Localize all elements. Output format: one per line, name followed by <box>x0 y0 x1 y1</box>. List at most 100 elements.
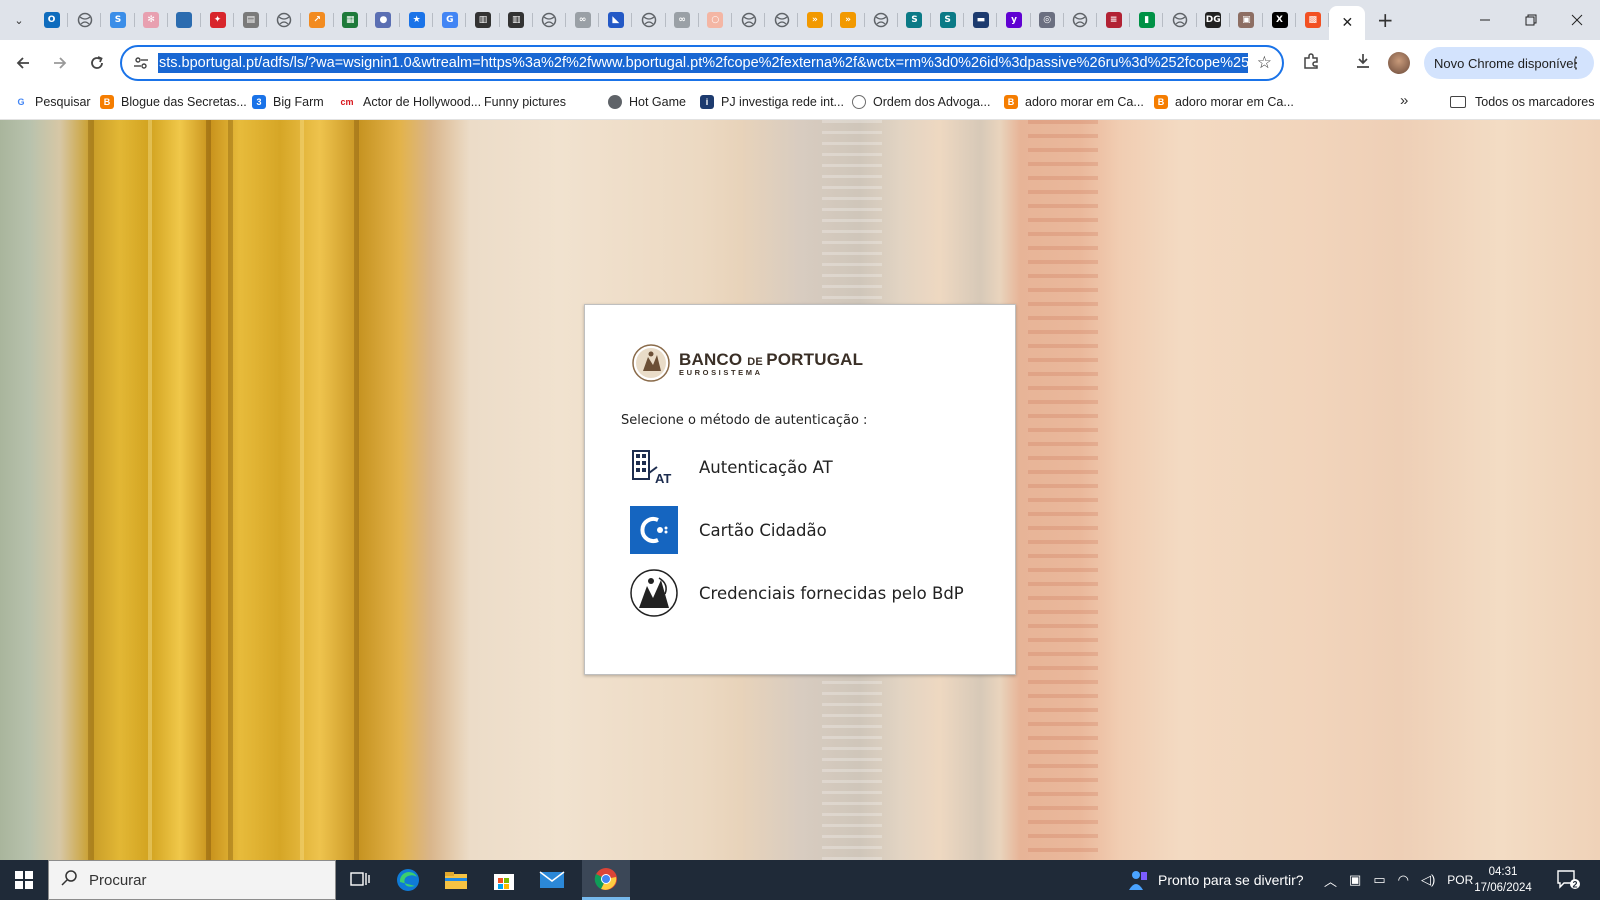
start-button[interactable] <box>0 860 48 900</box>
site-info-icon[interactable] <box>126 55 156 71</box>
browser-tab[interactable]: ▮ <box>1130 0 1164 40</box>
gallery-icon: ▣ <box>1238 12 1255 28</box>
auth-option-bdp-credentials[interactable]: Credenciais fornecidas pelo BdP <box>629 567 969 619</box>
browser-tab[interactable]: ✦ <box>201 0 235 40</box>
bookmark-item[interactable]: Badoro morar em Ca... <box>1154 95 1294 109</box>
taskbar-clock[interactable]: 04:31 17/06/2024 <box>1470 864 1536 896</box>
x-icon: X <box>1271 12 1288 28</box>
extensions-icon[interactable] <box>1296 46 1326 76</box>
taskbar-store[interactable] <box>480 860 528 900</box>
bookmark-item[interactable]: i PJ investiga rede int... <box>700 95 844 109</box>
weather-widget[interactable]: Pronto para se divertir? <box>1126 860 1304 900</box>
browser-tab[interactable] <box>865 0 899 40</box>
wifi-icon[interactable]: ◠ <box>1398 872 1409 888</box>
browser-tab[interactable] <box>765 0 799 40</box>
globe-icon <box>276 12 292 28</box>
browser-tab[interactable] <box>1064 0 1098 40</box>
browser-tab[interactable]: ★ <box>400 0 434 40</box>
chevron-up-icon[interactable]: ︿ <box>1324 871 1337 890</box>
taskbar-file-explorer[interactable] <box>432 860 480 900</box>
auth-option-citizen-card[interactable]: Cartão Cidadão <box>629 504 969 556</box>
forward-button[interactable] <box>43 46 77 80</box>
wall-texture <box>1028 120 1098 860</box>
meet-icon[interactable]: ▣ <box>1349 872 1361 888</box>
browser-tab[interactable]: ▤ <box>234 0 268 40</box>
auth-option-at[interactable]: AT Autenticação AT <box>629 441 969 493</box>
taskbar-search-input[interactable]: Procurar <box>48 860 336 900</box>
search-icon <box>61 870 77 890</box>
downloads-icon[interactable] <box>1348 46 1378 76</box>
browser-tab[interactable]: ◎ <box>1031 0 1065 40</box>
browser-tab[interactable]: O <box>35 0 69 40</box>
bookmark-star-icon[interactable]: ☆ <box>1257 53 1272 73</box>
close-window-button[interactable] <box>1554 0 1600 40</box>
browser-tab[interactable]: » <box>798 0 832 40</box>
url-text[interactable]: sts.bportugal.pt/adfs/ls/?wa=wsignin1.0&… <box>158 53 1248 73</box>
notification-center-button[interactable]: 2 <box>1556 868 1580 890</box>
browser-tab[interactable]: ▥ <box>500 0 534 40</box>
minimize-button[interactable] <box>1462 0 1508 40</box>
browser-tab[interactable]: ○ <box>699 0 733 40</box>
battery-icon[interactable]: ▭ <box>1373 872 1385 888</box>
volume-icon[interactable]: ◁) <box>1421 872 1435 888</box>
chevron-down-icon: ⌄ <box>14 13 24 27</box>
notification-icon: 2 <box>1557 870 1580 890</box>
browser-tab[interactable]: ∞ <box>566 0 600 40</box>
seal-icon <box>852 95 866 109</box>
bookmark-item[interactable]: G Pesquisar <box>14 95 90 109</box>
bookmark-item[interactable]: 3 Big Farm <box>252 95 324 109</box>
taskbar-edge[interactable] <box>384 860 432 900</box>
browser-tab[interactable]: ≡ <box>1097 0 1131 40</box>
browser-tab[interactable]: ↗ <box>301 0 334 40</box>
all-bookmarks-button[interactable]: Todos os marcadores <box>1450 95 1595 109</box>
browser-tab[interactable]: ∞ <box>666 0 699 40</box>
bookmark-item[interactable]: Badoro morar em Ca... <box>1004 95 1144 109</box>
back-button[interactable] <box>6 46 40 80</box>
taskbar-chrome[interactable] <box>582 860 630 900</box>
browser-tab[interactable]: ▣ <box>1230 0 1264 40</box>
bookmark-item[interactable]: Funny pictures <box>484 95 566 109</box>
bookmark-item[interactable]: cm Actor de Hollywood... <box>338 95 481 109</box>
browser-tab[interactable]: ▩ <box>1296 0 1330 40</box>
browser-tab[interactable]: y <box>997 0 1031 40</box>
browser-tab[interactable]: ▦ <box>334 0 368 40</box>
task-view-button[interactable] <box>336 860 384 900</box>
new-tab-button[interactable]: + <box>1369 4 1401 36</box>
browser-tab[interactable] <box>68 0 102 40</box>
browser-tab[interactable]: S <box>898 0 932 40</box>
arrow-left-icon <box>16 57 29 69</box>
browser-tab[interactable]: DG <box>1197 0 1230 40</box>
taskbar-mail[interactable] <box>528 860 576 900</box>
bookmark-item[interactable]: Ordem dos Advoga... <box>852 95 990 109</box>
browser-tab[interactable]: ✻ <box>135 0 168 40</box>
browser-tab[interactable] <box>732 0 766 40</box>
browser-tab[interactable]: ● <box>367 0 401 40</box>
profile-avatar[interactable] <box>1388 52 1410 74</box>
browser-tab[interactable]: » <box>832 0 865 40</box>
chrome-update-button[interactable]: Novo Chrome disponível ⋮ <box>1424 47 1594 79</box>
browser-tab[interactable]: ▬ <box>964 0 998 40</box>
close-tab-icon[interactable]: ✕ <box>1341 15 1353 31</box>
bookmark-item[interactable]: B Blogue das Secretas... <box>100 95 247 109</box>
more-bookmarks-icon[interactable]: » <box>1400 92 1408 109</box>
browser-tab[interactable]: G <box>433 0 467 40</box>
address-bar[interactable]: sts.bportugal.pt/adfs/ls/?wa=wsignin1.0&… <box>120 45 1284 81</box>
browser-tab[interactable]: S <box>101 0 135 40</box>
browser-tab[interactable] <box>267 0 301 40</box>
browser-tab[interactable]: S <box>931 0 965 40</box>
active-tab[interactable]: ✕ <box>1329 6 1366 40</box>
tab-search-button[interactable]: ⌄ <box>7 8 31 32</box>
browser-tab[interactable] <box>168 0 202 40</box>
windows-taskbar: Procurar Pronto para se divertir? ︿ ▣ ▭ … <box>0 860 1600 900</box>
restore-button[interactable] <box>1508 0 1554 40</box>
bookmark-item[interactable]: Hot Game <box>608 95 686 109</box>
browser-tab[interactable]: ▥ <box>466 0 500 40</box>
browser-tab[interactable] <box>1163 0 1197 40</box>
browser-tab[interactable] <box>533 0 567 40</box>
bookmark-label: adoro morar em Ca... <box>1025 95 1144 109</box>
browser-tab[interactable] <box>632 0 666 40</box>
browser-tab[interactable]: X <box>1263 0 1297 40</box>
reload-button[interactable] <box>80 46 114 80</box>
kebab-menu-icon[interactable]: ⋮ <box>1568 53 1584 73</box>
browser-tab[interactable]: ◣ <box>599 0 633 40</box>
